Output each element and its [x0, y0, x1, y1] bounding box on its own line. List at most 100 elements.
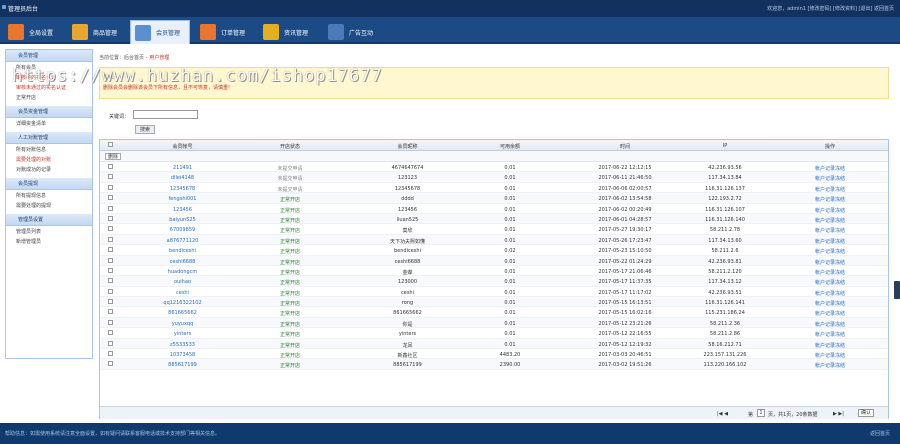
action-link[interactable]: 帐户记录冻结: [790, 331, 870, 338]
action-link[interactable]: 帐户记录冻结: [790, 300, 870, 307]
row-checkbox[interactable]: [108, 174, 113, 180]
next-page-icon[interactable]: ▶ ▶|: [833, 411, 844, 417]
nav-tab-6[interactable]: 广告互动: [324, 20, 382, 44]
sidebar-item[interactable]: 审核未通过的实名认证: [6, 82, 92, 92]
page-input[interactable]: 1: [757, 409, 765, 417]
member-account[interactable]: yuyuxqq: [140, 321, 225, 327]
column-header[interactable]: 操作: [790, 143, 870, 150]
member-account[interactable]: ouihao: [140, 279, 225, 285]
sidebar-item[interactable]: 审核中的实名认证: [6, 72, 92, 82]
sidebar-item[interactable]: 对账成功的记录: [6, 164, 92, 174]
sidebar-item[interactable]: 所有对账信息: [6, 144, 92, 154]
sidebar-group-header[interactable]: 会员提现: [6, 178, 92, 190]
action-link[interactable]: 帐户记录冻结: [790, 290, 870, 297]
action-link[interactable]: 帐户记录冻结: [790, 362, 870, 369]
member-account[interactable]: baiyun525: [140, 217, 225, 223]
row-checkbox[interactable]: [108, 184, 113, 190]
action-link[interactable]: 帐户记录冻结: [790, 175, 870, 182]
column-header[interactable]: 会员帐号: [140, 143, 225, 150]
sidebar-item[interactable]: 所有会员: [6, 62, 92, 72]
row-checkbox[interactable]: [108, 257, 113, 263]
select-all-checkbox[interactable]: [108, 142, 113, 147]
row-checkbox[interactable]: [108, 226, 113, 232]
member-account[interactable]: qq1216322102: [140, 300, 225, 306]
nav-tab-5[interactable]: 资讯管理: [259, 20, 319, 44]
search-input[interactable]: [133, 110, 198, 119]
member-account[interactable]: bendiceshi: [140, 248, 225, 254]
sidebar-item[interactable]: 新增管理员: [6, 236, 92, 246]
page-confirm-button[interactable]: 确认: [858, 409, 874, 417]
member-account[interactable]: 10373458: [140, 352, 225, 358]
action-link[interactable]: 帐户记录冻结: [790, 217, 870, 224]
action-link[interactable]: 帐户记录冻结: [790, 259, 870, 266]
action-link[interactable]: 帐户记录冻结: [790, 269, 870, 276]
action-link[interactable]: 帐户记录冻结: [790, 321, 870, 328]
row-checkbox[interactable]: [108, 361, 113, 367]
sidebar-item[interactable]: 正常开店: [6, 92, 92, 102]
first-page-icon[interactable]: |◀ ◀: [717, 411, 728, 417]
action-link[interactable]: 帐户记录冻结: [790, 186, 870, 193]
sidebar-group-header[interactable]: 人工对账管理: [6, 132, 92, 144]
action-link[interactable]: 帐户记录冻结: [790, 196, 870, 203]
member-account[interactable]: 885617199: [140, 362, 225, 368]
action-link[interactable]: 帐户记录冻结: [790, 227, 870, 234]
row-checkbox[interactable]: [108, 164, 113, 169]
member-account[interactable]: 123456: [140, 207, 225, 213]
nav-tab-3[interactable]: 会员管理: [130, 20, 190, 44]
action-link[interactable]: 帐户记录冻结: [790, 248, 870, 255]
action-link[interactable]: 帐户记录冻结: [790, 238, 870, 245]
column-header[interactable]: 可用余额: [480, 143, 540, 150]
member-account[interactable]: 67009859: [140, 227, 225, 233]
row-checkbox[interactable]: [108, 195, 113, 201]
sidebar-group-header[interactable]: 会员资金管理: [6, 106, 92, 118]
sidebar-group-header[interactable]: 管理员设置: [6, 214, 92, 226]
row-checkbox[interactable]: [108, 330, 113, 336]
user-info-links[interactable]: 欢迎您，admin1 [修改密码] [修改资料] [退出] 返回首页: [767, 5, 894, 12]
row-checkbox[interactable]: [108, 340, 113, 346]
column-header[interactable]: 时间: [570, 143, 680, 150]
row-checkbox[interactable]: [108, 278, 113, 284]
nav-tab-4[interactable]: 订单管理: [196, 20, 254, 44]
column-header[interactable]: IP: [680, 143, 770, 149]
side-scroll-handle[interactable]: [894, 281, 900, 299]
sidebar-item[interactable]: 管理员列表: [6, 226, 92, 236]
column-header[interactable]: 开店状态: [245, 143, 335, 150]
member-account[interactable]: fengshi001: [140, 196, 225, 202]
member-account[interactable]: ceshi6688: [140, 259, 225, 265]
member-account[interactable]: huadongcm: [140, 269, 225, 275]
sidebar-item[interactable]: 所有提现信息: [6, 190, 92, 200]
member-account[interactable]: z5533533: [140, 342, 225, 348]
member-account[interactable]: 211491: [140, 165, 225, 171]
row-checkbox[interactable]: [108, 267, 113, 273]
delete-button[interactable]: 删除: [105, 153, 121, 160]
action-link[interactable]: 帐户记录冻结: [790, 342, 870, 349]
sidebar-item[interactable]: 需要处理的对账: [6, 154, 92, 164]
row-checkbox[interactable]: [108, 319, 113, 325]
row-checkbox[interactable]: [108, 299, 113, 305]
action-link[interactable]: 帐户记录冻结: [790, 207, 870, 214]
row-checkbox[interactable]: [108, 215, 113, 221]
nav-tab-2[interactable]: 商品管理: [68, 20, 126, 44]
action-link[interactable]: 帐户记录冻结: [790, 165, 870, 172]
action-link[interactable]: 帐户记录冻结: [790, 352, 870, 359]
sidebar-item[interactable]: 详细资金清单: [6, 118, 92, 128]
sidebar-group-header[interactable]: 会员管理: [6, 50, 92, 62]
member-account[interactable]: 861665662: [140, 310, 225, 316]
member-account[interactable]: yinters: [140, 331, 225, 337]
row-checkbox[interactable]: [108, 351, 113, 357]
member-account[interactable]: a876771120: [140, 238, 225, 244]
row-checkbox[interactable]: [108, 309, 113, 315]
member-account[interactable]: 12345678: [140, 186, 225, 192]
footer-home-link[interactable]: 返回首页: [870, 430, 890, 437]
row-checkbox[interactable]: [108, 236, 113, 242]
member-account[interactable]: ceshi: [140, 290, 225, 296]
row-checkbox[interactable]: [108, 288, 113, 294]
member-account[interactable]: dilei4148: [140, 175, 225, 181]
action-link[interactable]: 帐户记录冻结: [790, 310, 870, 317]
sidebar-item[interactable]: 需要处理的提现: [6, 200, 92, 210]
row-checkbox[interactable]: [108, 247, 113, 253]
row-checkbox[interactable]: [108, 205, 113, 211]
breadcrumb-current[interactable]: 用户管理: [149, 54, 169, 61]
column-header[interactable]: 会员昵称: [360, 143, 455, 150]
search-button[interactable]: 搜索: [135, 125, 155, 134]
